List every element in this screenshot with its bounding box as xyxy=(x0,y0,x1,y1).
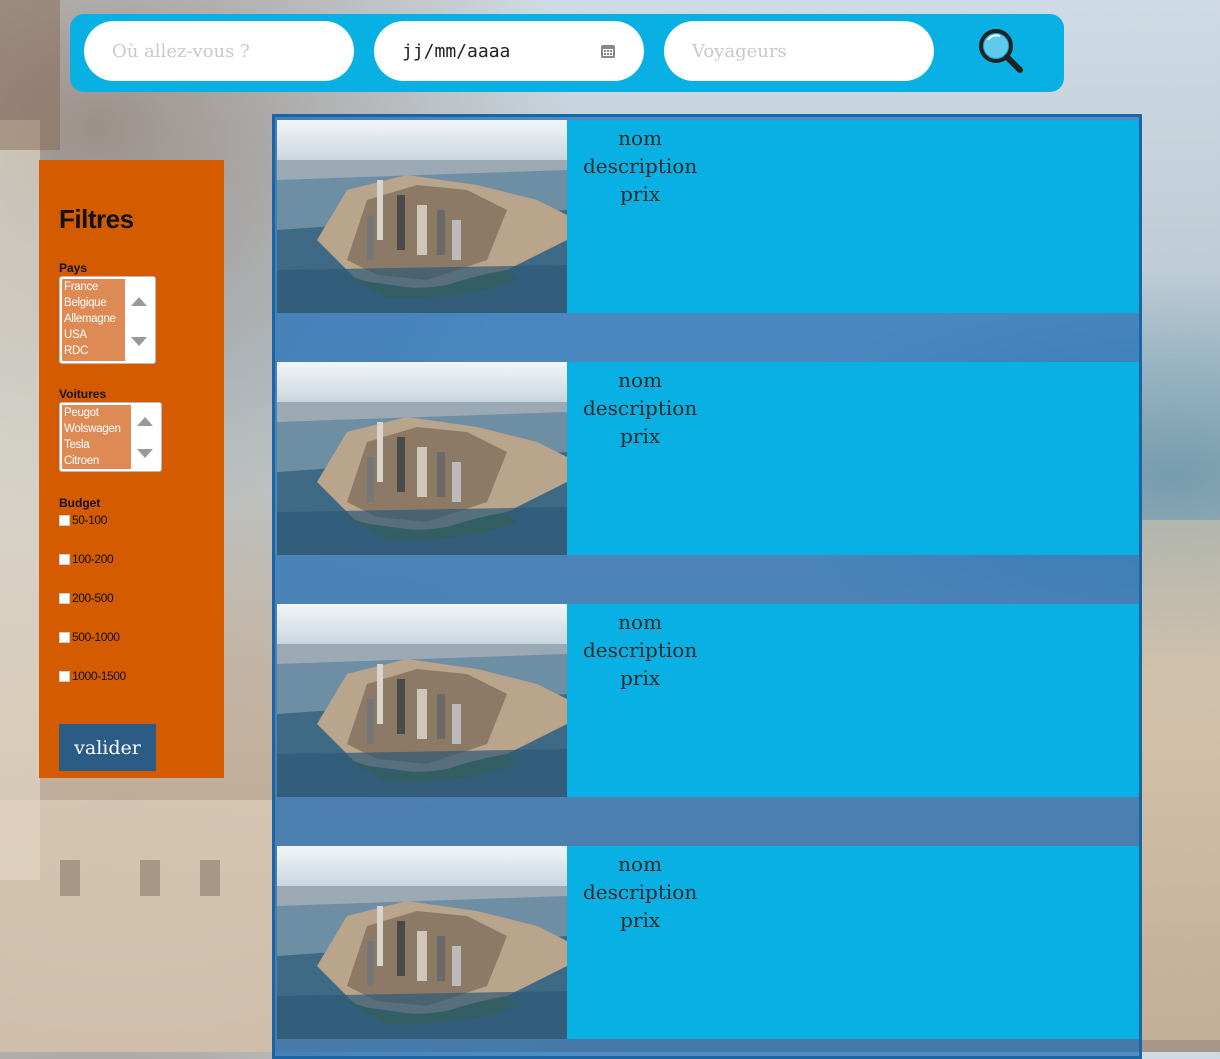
date-input[interactable]: jj/mm/aaaa xyxy=(374,21,644,81)
submit-button[interactable]: valider xyxy=(59,724,156,771)
car-option[interactable]: Wolswagen xyxy=(62,421,131,437)
result-price: prix xyxy=(620,908,661,932)
scroll-down-icon[interactable] xyxy=(131,337,147,346)
date-value: jj/mm/aaaa xyxy=(402,40,511,62)
cars-select[interactable]: Peugot Wolswagen Tesla Citroen xyxy=(59,402,162,472)
country-option[interactable]: France xyxy=(62,279,125,295)
destination-input[interactable]: Où allez-vous ? xyxy=(84,21,354,81)
country-option[interactable]: Allemagne xyxy=(62,311,125,327)
budget-option[interactable]: 100-200 xyxy=(59,552,114,566)
result-name: nom xyxy=(618,368,663,392)
result-name: nom xyxy=(618,610,663,634)
checkbox[interactable] xyxy=(59,553,70,565)
countries-label: Pays xyxy=(59,261,88,275)
result-card[interactable]: nom description prix xyxy=(277,846,1139,1039)
scroll-down-icon[interactable] xyxy=(137,449,153,458)
result-image xyxy=(277,846,567,1039)
travelers-input[interactable]: Voyageurs xyxy=(664,21,934,81)
result-image xyxy=(277,362,567,555)
budget-option[interactable]: 50-100 xyxy=(59,513,107,527)
country-option[interactable]: Belgique xyxy=(62,295,125,311)
car-option[interactable]: Citroen xyxy=(62,453,131,469)
checkbox[interactable] xyxy=(59,631,70,643)
result-image xyxy=(277,120,567,313)
cars-label: Voitures xyxy=(59,387,107,401)
result-price: prix xyxy=(620,182,661,206)
destination-placeholder: Où allez-vous ? xyxy=(112,40,250,62)
result-name: nom xyxy=(618,852,663,876)
search-icon[interactable] xyxy=(970,22,1030,82)
car-option[interactable]: Tesla xyxy=(62,437,131,453)
result-card[interactable]: nom description prix xyxy=(277,362,1139,555)
budget-option[interactable]: 500-1000 xyxy=(59,630,120,644)
result-description: description xyxy=(583,638,698,662)
budget-option[interactable]: 200-500 xyxy=(59,591,114,605)
countries-select[interactable]: France Belgique Allemagne USA RDC xyxy=(59,276,156,364)
car-option[interactable]: Peugot xyxy=(62,405,131,421)
countries-scrollbar[interactable] xyxy=(125,279,153,361)
result-name: nom xyxy=(618,126,663,150)
results-list: nom description prix nom description pri… xyxy=(272,114,1142,1059)
result-price: prix xyxy=(620,666,661,690)
checkbox[interactable] xyxy=(59,592,70,604)
result-price: prix xyxy=(620,424,661,448)
scroll-up-icon[interactable] xyxy=(137,417,153,426)
filters-panel: Filtres Pays France Belgique Allemagne U… xyxy=(39,160,224,778)
result-description: description xyxy=(583,880,698,904)
result-description: description xyxy=(583,154,698,178)
travelers-placeholder: Voyageurs xyxy=(692,40,787,62)
result-card[interactable]: nom description prix xyxy=(277,604,1139,797)
country-option[interactable]: RDC xyxy=(62,343,125,359)
country-option[interactable]: USA xyxy=(62,327,125,343)
result-card[interactable]: nom description prix xyxy=(277,120,1139,313)
calendar-icon[interactable] xyxy=(600,43,616,59)
result-description: description xyxy=(583,396,698,420)
checkbox[interactable] xyxy=(59,514,70,526)
scroll-up-icon[interactable] xyxy=(131,297,147,306)
filters-title: Filtres xyxy=(59,204,134,234)
checkbox[interactable] xyxy=(59,670,70,682)
budget-label: Budget xyxy=(59,496,101,510)
budget-option[interactable]: 1000-1500 xyxy=(59,669,126,683)
cars-scrollbar[interactable] xyxy=(131,405,159,469)
search-bar: Où allez-vous ? jj/mm/aaaa Voyageurs xyxy=(70,14,1064,92)
result-image xyxy=(277,604,567,797)
